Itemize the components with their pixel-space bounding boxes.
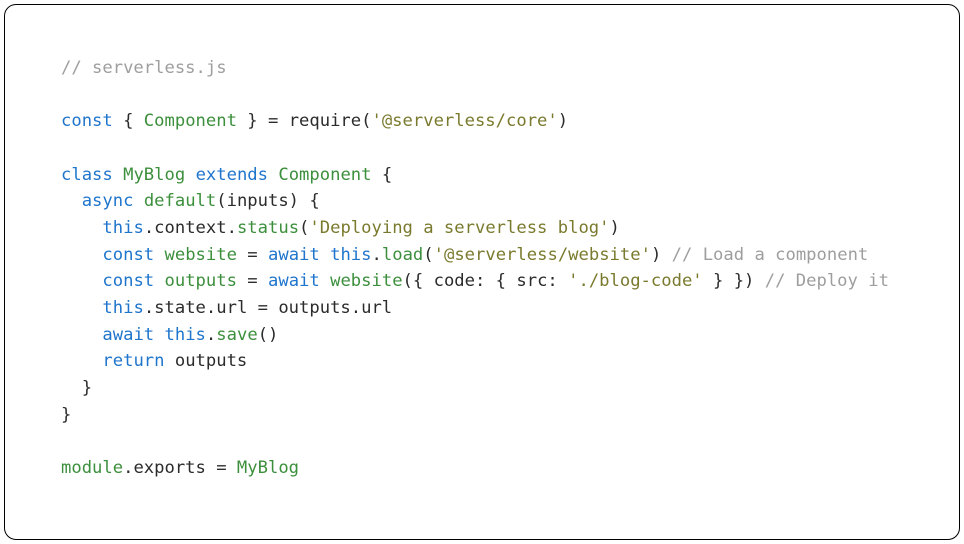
code-token: return bbox=[102, 351, 164, 371]
code-token bbox=[185, 165, 195, 185]
code-token bbox=[61, 298, 102, 318]
code-token: = bbox=[237, 245, 268, 265]
code-token: ) bbox=[558, 111, 568, 131]
code-token: } = bbox=[237, 111, 289, 131]
code-token: ( bbox=[299, 218, 309, 238]
code-token: this bbox=[330, 245, 371, 265]
code-token: (inputs) { bbox=[216, 191, 319, 211]
code-token: { bbox=[372, 165, 393, 185]
code-token: 'Deploying a serverless blog' bbox=[309, 218, 609, 238]
code-token: '@serverless/core' bbox=[371, 111, 557, 131]
code-token: . bbox=[206, 325, 216, 345]
code-token: // Load a component bbox=[672, 245, 869, 265]
code-token: = bbox=[237, 271, 268, 291]
code-token: extends bbox=[196, 165, 268, 185]
code-token: outputs bbox=[165, 351, 248, 371]
code-token: website bbox=[165, 245, 237, 265]
code-token: outputs bbox=[165, 271, 237, 291]
code-token: module bbox=[61, 458, 123, 478]
code-token: } }) bbox=[703, 271, 765, 291]
code-token: save bbox=[216, 325, 257, 345]
code-token: ( bbox=[423, 245, 433, 265]
code-token: './blog-code' bbox=[568, 271, 703, 291]
code-token bbox=[61, 271, 102, 291]
code-token bbox=[154, 245, 164, 265]
code-token: .exports = bbox=[123, 458, 237, 478]
code-token: . bbox=[372, 245, 382, 265]
code-token: require bbox=[289, 111, 361, 131]
code-token: } bbox=[61, 378, 92, 398]
code-token: this bbox=[165, 325, 206, 345]
code-token: // serverless.js bbox=[61, 58, 227, 78]
code-token: load bbox=[382, 245, 423, 265]
code-token: () bbox=[258, 325, 279, 345]
code-token: async bbox=[82, 191, 134, 211]
code-token bbox=[154, 271, 164, 291]
code-token: .state.url = outputs.url bbox=[144, 298, 392, 318]
code-token: class bbox=[61, 165, 113, 185]
code-token: MyBlog bbox=[123, 165, 185, 185]
code-token: MyBlog bbox=[237, 458, 299, 478]
code-token: Component bbox=[144, 111, 237, 131]
code-token: this bbox=[102, 298, 143, 318]
code-token bbox=[61, 245, 102, 265]
code-token bbox=[61, 191, 82, 211]
code-token: '@serverless/website' bbox=[434, 245, 651, 265]
code-token: const bbox=[102, 271, 154, 291]
code-card: // serverless.js const { Component } = r… bbox=[4, 4, 960, 540]
code-token: status bbox=[237, 218, 299, 238]
code-token: Component bbox=[278, 165, 371, 185]
code-token: ({ code: { src: bbox=[403, 271, 569, 291]
code-token: await bbox=[102, 325, 154, 345]
code-token bbox=[113, 165, 123, 185]
code-token: ) bbox=[610, 218, 620, 238]
code-token: // Deploy it bbox=[765, 271, 889, 291]
code-token: await bbox=[268, 271, 320, 291]
code-token: await bbox=[268, 245, 320, 265]
code-token: default bbox=[144, 191, 216, 211]
code-token bbox=[133, 191, 143, 211]
code-token: .context. bbox=[144, 218, 237, 238]
code-token bbox=[154, 325, 164, 345]
code-token bbox=[61, 351, 102, 371]
code-token: } bbox=[61, 405, 71, 425]
code-token: website bbox=[330, 271, 402, 291]
code-token: { bbox=[113, 111, 144, 131]
code-token: ( bbox=[361, 111, 371, 131]
code-token: this bbox=[102, 218, 143, 238]
code-token bbox=[320, 245, 330, 265]
code-token bbox=[268, 165, 278, 185]
code-token bbox=[320, 271, 330, 291]
code-token bbox=[61, 218, 102, 238]
code-block: // serverless.js const { Component } = r… bbox=[61, 55, 903, 482]
code-token: ) bbox=[651, 245, 672, 265]
code-token: const bbox=[61, 111, 113, 131]
code-token bbox=[61, 325, 102, 345]
code-token: const bbox=[102, 245, 154, 265]
